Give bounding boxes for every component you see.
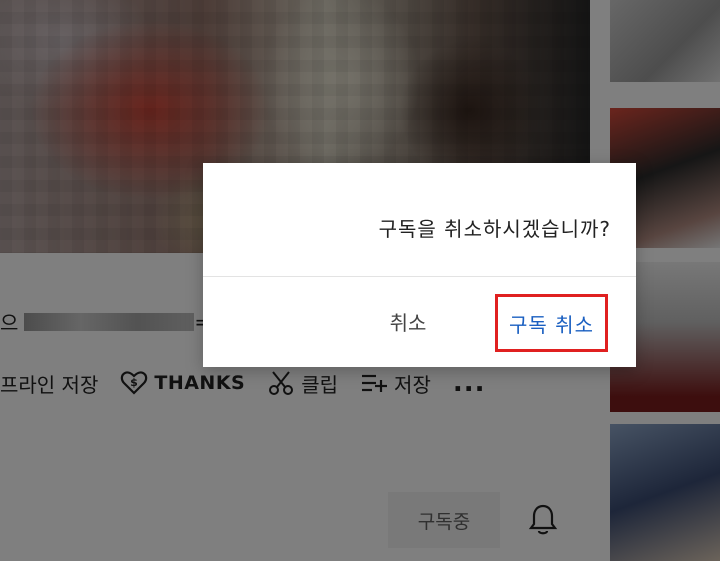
- page: 으 =| = 프라인 저장 $ THANKS 클립: [0, 0, 720, 561]
- dialog-divider: [203, 276, 636, 277]
- dialog-message: 구독을 취소하시겠습니까?: [378, 217, 611, 241]
- confirm-unsubscribe-button[interactable]: 구독 취소: [495, 294, 608, 352]
- cancel-button[interactable]: 취소: [373, 301, 443, 341]
- unsubscribe-dialog: 구독을 취소하시겠습니까? 취소 구독 취소: [203, 163, 636, 367]
